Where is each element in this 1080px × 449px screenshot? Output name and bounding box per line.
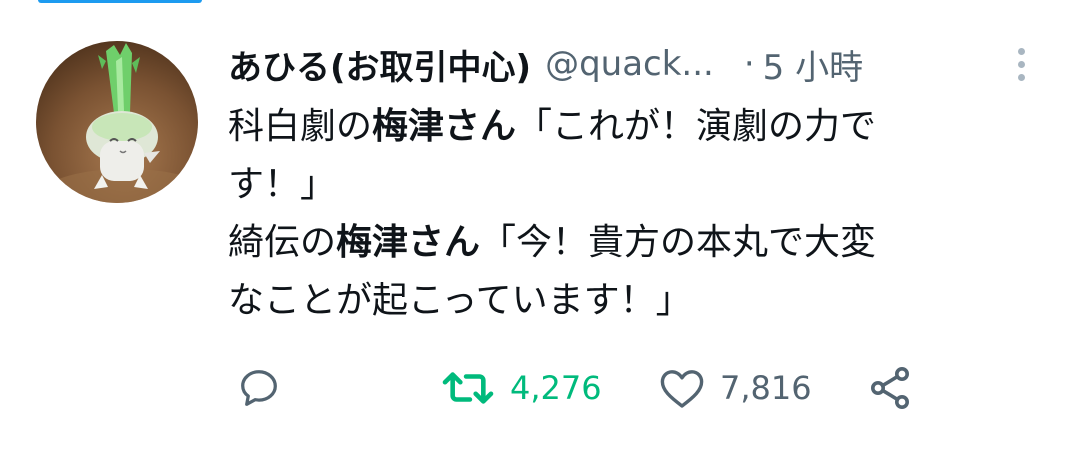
reply-icon bbox=[241, 370, 277, 406]
tweet-text-line: 科白劇の梅津さん「これが！演劇の力で bbox=[228, 98, 1028, 156]
share-icon bbox=[871, 367, 909, 409]
share-button[interactable] bbox=[866, 358, 914, 418]
tweet-card[interactable]: あひる(お取引中心) @quack... · 5 小時 科白劇の梅津さん「これが… bbox=[0, 0, 1080, 449]
more-dot-icon bbox=[1017, 47, 1025, 55]
retweet-button[interactable]: 4,276 bbox=[440, 358, 602, 418]
more-dot-icon bbox=[1017, 73, 1025, 81]
avatar[interactable] bbox=[36, 41, 198, 203]
tweet-text-line: す！」 bbox=[228, 164, 337, 205]
timestamp[interactable]: 5 小時 bbox=[763, 40, 863, 89]
tweet-text-line: 綺伝の梅津さん「今！貴方の本丸で大変 bbox=[228, 214, 1028, 272]
reply-button[interactable] bbox=[236, 358, 282, 418]
text-segment: 科白劇の bbox=[228, 106, 373, 147]
like-button[interactable]: 7,816 bbox=[658, 358, 812, 418]
separator-dot: · bbox=[743, 44, 755, 84]
text-segment: 「これが！演劇の力で bbox=[516, 106, 877, 147]
heart-icon bbox=[660, 370, 704, 408]
retweet-count: 4,276 bbox=[510, 369, 602, 407]
text-segment: 「今！貴方の本丸で大変 bbox=[480, 222, 877, 263]
tweet-text: 科白劇の梅津さん「これが！演劇の力で す！」 綺伝の梅津さん「今！貴方の本丸で大… bbox=[228, 98, 1028, 330]
user-handle[interactable]: @quack... bbox=[545, 44, 714, 84]
tweet-text-line: なことが起こっています！」 bbox=[228, 280, 692, 321]
text-segment: 綺伝の bbox=[228, 222, 337, 263]
emphasized-name: 梅津さん bbox=[372, 106, 517, 147]
tweet-actions: 4,276 7,816 bbox=[0, 358, 1080, 418]
display-name[interactable]: あひる(お取引中心) bbox=[228, 40, 531, 89]
tweet-header: あひる(お取引中心) @quack... · 5 小時 bbox=[228, 36, 1028, 92]
avatar-image bbox=[36, 41, 198, 203]
more-dot-icon bbox=[1017, 60, 1025, 68]
more-options-button[interactable] bbox=[1004, 40, 1038, 88]
emphasized-name: 梅津さん bbox=[336, 222, 481, 263]
like-count: 7,816 bbox=[720, 369, 812, 407]
retweet-icon bbox=[442, 372, 494, 404]
